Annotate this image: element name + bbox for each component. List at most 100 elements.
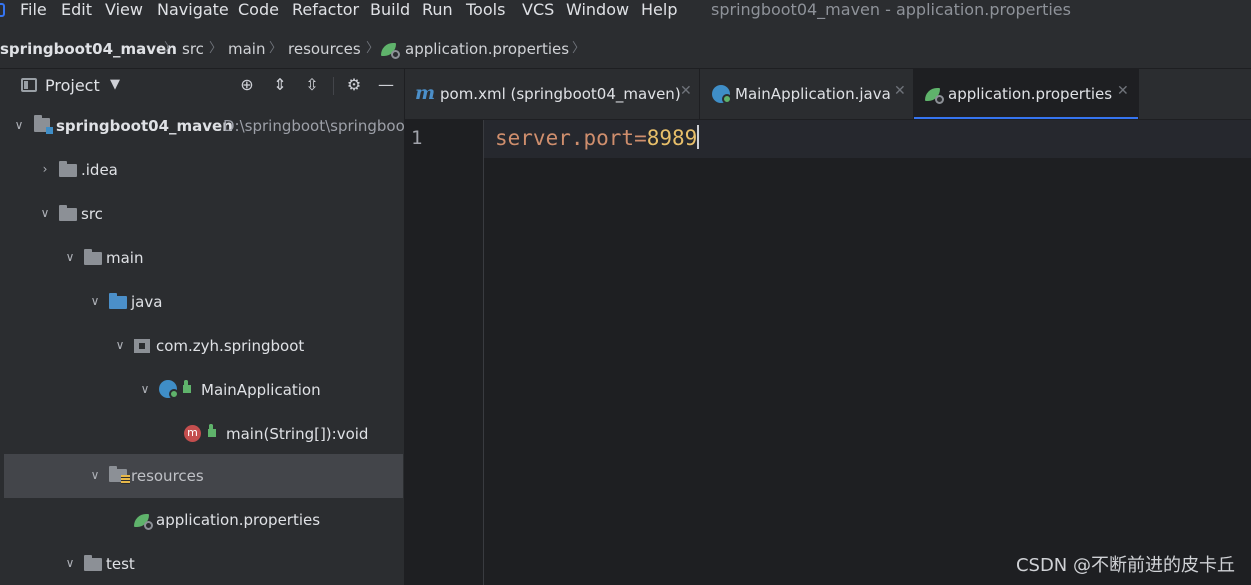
tree-item-label: main <box>106 249 144 267</box>
tree-item-label: resources <box>131 467 204 485</box>
breadcrumb: springboot04_maven 〉 src 〉 main 〉 resour… <box>0 22 1251 69</box>
chevron-down-icon[interactable]: ∨ <box>63 250 77 264</box>
toolbar-divider <box>333 77 334 95</box>
chevron-down-icon[interactable]: ∨ <box>88 294 102 308</box>
tree-item-test[interactable]: ∨ test <box>4 543 403 585</box>
line-number-gutter: 1 <box>405 120 484 585</box>
collapse-all-icon[interactable]: ⇳ <box>300 73 324 97</box>
chevron-down-icon[interactable]: ∨ <box>88 468 102 482</box>
menu-build[interactable]: Build <box>370 0 410 22</box>
breadcrumb-resources[interactable]: resources <box>288 39 361 59</box>
menu-code[interactable]: Code <box>238 0 279 22</box>
tab-divider <box>1138 69 1139 119</box>
project-panel-title[interactable]: Project <box>45 76 100 95</box>
app-logo-icon <box>0 3 5 17</box>
menu-file[interactable]: File <box>20 0 47 22</box>
menu-bar: File Edit View Navigate Code Refactor Bu… <box>0 0 1251 22</box>
spring-properties-icon <box>381 43 400 59</box>
package-icon <box>134 339 150 353</box>
chevron-down-icon[interactable]: ∨ <box>12 118 26 132</box>
tree-item-method[interactable]: m main(String[]):void <box>4 413 403 457</box>
tree-item-java[interactable]: ∨ java <box>4 281 403 325</box>
lock-icon <box>208 424 216 437</box>
source-folder-icon <box>109 293 127 309</box>
close-icon[interactable]: ✕ <box>1117 83 1129 99</box>
tree-item-mainapplication[interactable]: ∨ MainApplication <box>4 369 403 413</box>
tab-mainapplication-java[interactable]: MainApplication.java ✕ <box>700 69 913 119</box>
tab-label: MainApplication.java <box>735 85 891 103</box>
line-number: 1 <box>411 127 423 149</box>
folder-icon <box>59 205 77 221</box>
text-caret <box>697 125 700 149</box>
maven-icon: m <box>415 82 436 104</box>
folder-icon <box>84 555 102 571</box>
chevron-right-icon: 〉 <box>366 41 380 56</box>
minimize-icon[interactable]: — <box>374 73 398 97</box>
expand-all-icon[interactable]: ⇕ <box>268 73 292 97</box>
tree-item-package[interactable]: ∨ com.zyh.springboot <box>4 325 403 369</box>
project-panel-header: Project ▼ ⊕ ⇕ ⇳ ⚙ — <box>0 69 404 104</box>
spring-class-icon <box>159 380 179 399</box>
menu-refactor[interactable]: Refactor <box>292 0 359 22</box>
method-icon: m <box>184 425 201 442</box>
menu-vcs[interactable]: VCS <box>522 0 554 22</box>
chevron-right-icon: 〉 <box>164 41 178 56</box>
chevron-right-icon[interactable]: › <box>38 162 52 176</box>
menu-window[interactable]: Window <box>566 0 629 22</box>
tree-item-main[interactable]: ∨ main <box>4 237 403 281</box>
chevron-down-icon[interactable]: ▼ <box>110 77 120 92</box>
tree-item-label: springboot04_maven <box>56 117 233 135</box>
tree-item-project[interactable]: ∨ springboot04_maven D:\springboot\sprin… <box>4 105 405 149</box>
tree-item-label: src <box>81 205 103 223</box>
chevron-down-icon[interactable]: ∨ <box>63 556 77 570</box>
spring-properties-icon <box>925 88 944 104</box>
tab-label: application.properties <box>948 85 1113 103</box>
lock-icon <box>183 380 191 393</box>
project-view-icon <box>21 78 37 92</box>
menu-run[interactable]: Run <box>422 0 453 22</box>
chevron-right-icon: 〉 <box>572 41 586 56</box>
close-icon[interactable]: ✕ <box>680 83 692 99</box>
tab-pom-xml[interactable]: m pom.xml (springboot04_maven) ✕ <box>405 69 699 119</box>
gear-icon[interactable]: ⚙ <box>342 73 366 97</box>
tree-item-label: application.properties <box>156 511 321 529</box>
editor-tabs: m pom.xml (springboot04_maven) ✕ MainApp… <box>405 69 1251 120</box>
tree-item-idea[interactable]: › .idea <box>4 149 403 193</box>
tree-item-src[interactable]: ∨ src <box>4 193 403 237</box>
menu-tools[interactable]: Tools <box>466 0 505 22</box>
folder-icon <box>84 249 102 265</box>
chevron-right-icon: 〉 <box>269 41 283 56</box>
locate-icon[interactable]: ⊕ <box>235 73 259 97</box>
project-panel: Project ▼ ⊕ ⇕ ⇳ ⚙ — ∨ springboot04_maven… <box>0 69 405 585</box>
code-line[interactable]: server.port=8989 <box>495 125 700 150</box>
close-icon[interactable]: ✕ <box>894 83 906 99</box>
menu-navigate[interactable]: Navigate <box>157 0 229 22</box>
tree-item-label: main(String[]):void <box>226 425 369 443</box>
chevron-down-icon[interactable]: ∨ <box>113 338 127 352</box>
tab-label: pom.xml (springboot04_maven) <box>440 85 681 103</box>
tab-application-properties[interactable]: application.properties ✕ <box>914 69 1138 119</box>
tree-item-label: com.zyh.springboot <box>156 337 305 355</box>
project-path: D:\springboot\springboot04_maven <box>223 117 405 135</box>
menu-edit[interactable]: Edit <box>61 0 92 22</box>
breadcrumb-project[interactable]: springboot04_maven <box>0 39 177 59</box>
tree-item-label: java <box>131 293 163 311</box>
menu-view[interactable]: View <box>105 0 143 22</box>
tree-item-resources[interactable]: ∨ resources <box>4 454 403 498</box>
breadcrumb-main[interactable]: main <box>228 39 265 59</box>
window-title: springboot04_maven - application.propert… <box>711 0 1071 19</box>
property-key: server.port <box>495 126 635 150</box>
chevron-down-icon[interactable]: ∨ <box>138 382 152 396</box>
tree-item-label: .idea <box>81 161 118 179</box>
property-equals: = <box>634 126 647 150</box>
code-editor[interactable]: 1 server.port=8989 CSDN @不断前进的皮卡丘 <box>405 120 1251 585</box>
spring-class-icon <box>712 85 732 104</box>
tree-item-label: test <box>106 555 135 573</box>
tree-item-label: MainApplication <box>201 381 321 399</box>
chevron-down-icon[interactable]: ∨ <box>38 206 52 220</box>
menu-help[interactable]: Help <box>641 0 677 22</box>
tree-item-application-properties[interactable]: application.properties <box>4 499 403 543</box>
breadcrumb-src[interactable]: src <box>182 39 204 59</box>
chevron-right-icon: 〉 <box>209 41 223 56</box>
breadcrumb-file[interactable]: application.properties <box>405 39 569 59</box>
